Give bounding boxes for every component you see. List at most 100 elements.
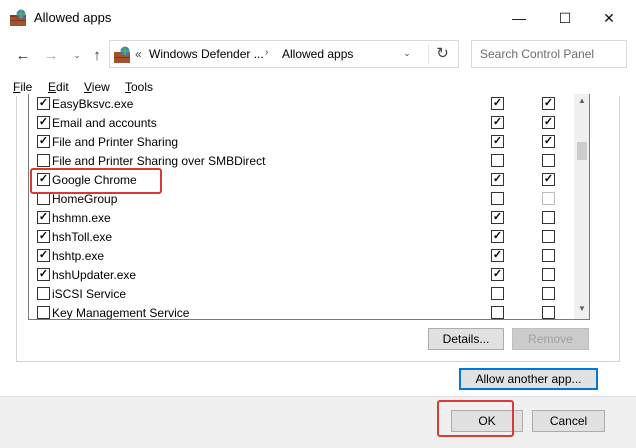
allow-another-app-button[interactable]: Allow another app... [459, 368, 598, 390]
menu-tools[interactable]: Tools [125, 80, 153, 94]
list-item[interactable]: ✓ hshToll.exe ✓ [29, 227, 574, 246]
annotation-highlight-ok [437, 400, 514, 437]
public-network-checkbox[interactable] [542, 249, 555, 262]
navigation-bar: ← → ⌄ ↑ « Windows Defender ... › Allowed… [0, 36, 636, 74]
app-name: hshToll.exe [52, 230, 113, 244]
menu-tools-label: ools [131, 80, 154, 94]
title-bar: Allowed apps — ☐ ✕ [0, 0, 636, 36]
menu-view-accel: V [84, 80, 92, 94]
public-network-checkbox[interactable] [542, 230, 555, 243]
maximize-icon: ☐ [558, 9, 572, 26]
breadcrumb-separator-icon[interactable]: › [265, 47, 268, 58]
menu-edit-accel: E [48, 80, 57, 94]
forward-arrow-icon: → [43, 46, 59, 64]
app-name: Key Management Service [52, 306, 190, 320]
app-enabled-checkbox[interactable]: ✓ [37, 268, 50, 281]
app-enabled-checkbox[interactable]: ✓ [37, 97, 50, 110]
public-network-checkbox[interactable] [542, 287, 555, 300]
private-network-checkbox[interactable]: ✓ [491, 211, 504, 224]
public-network-checkbox[interactable] [542, 211, 555, 224]
app-name: hshUpdater.exe [52, 268, 137, 282]
list-item[interactable]: ✓ hshmn.exe ✓ [29, 208, 574, 227]
breadcrumb-overflow-icon[interactable]: « [135, 47, 142, 61]
minimize-icon: — [512, 10, 526, 26]
public-network-checkbox[interactable]: ✓ [542, 173, 555, 186]
breadcrumb-allowed-apps[interactable]: Allowed apps [282, 47, 353, 61]
recent-locations-button[interactable]: ⌄ [66, 44, 88, 66]
remove-button[interactable]: Remove [512, 328, 589, 350]
breadcrumb-windows-defender[interactable]: Windows Defender ... [149, 47, 264, 61]
app-name: File and Printer Sharing [52, 135, 179, 149]
minimize-button[interactable]: — [496, 0, 542, 36]
menu-edit[interactable]: Edit [48, 80, 69, 94]
menu-view-label: iew [91, 80, 110, 94]
address-bar[interactable]: « Windows Defender ... › Allowed apps ⌄ … [109, 40, 459, 68]
address-dropdown-icon[interactable]: ⌄ [400, 48, 414, 62]
app-name: iSCSI Service [52, 287, 127, 301]
list-item[interactable]: Key Management Service [29, 303, 574, 320]
private-network-checkbox[interactable]: ✓ [491, 249, 504, 262]
scroll-down-icon[interactable]: ▼ [574, 302, 589, 316]
app-enabled-checkbox[interactable]: ✓ [37, 211, 50, 224]
public-network-checkbox[interactable] [542, 306, 555, 319]
back-arrow-icon: ← [15, 46, 31, 64]
menu-edit-label: dit [56, 80, 69, 94]
public-network-checkbox[interactable] [542, 154, 555, 167]
public-network-checkbox[interactable]: ✓ [542, 97, 555, 110]
app-enabled-checkbox[interactable] [37, 154, 50, 167]
app-name: hshmn.exe [52, 211, 111, 225]
private-network-checkbox[interactable]: ✓ [491, 135, 504, 148]
public-network-checkbox[interactable] [542, 268, 555, 281]
maximize-button[interactable]: ☐ [542, 0, 588, 36]
app-enabled-checkbox[interactable] [37, 306, 50, 319]
scroll-up-icon[interactable]: ▲ [574, 94, 589, 108]
app-enabled-checkbox[interactable]: ✓ [37, 116, 50, 129]
menu-bar: File Edit View Tools [0, 76, 636, 96]
app-name: File and Printer Sharing over SMBDirect [52, 154, 266, 168]
private-network-checkbox[interactable]: ✓ [491, 268, 504, 281]
private-network-checkbox[interactable]: ✓ [491, 97, 504, 110]
list-item[interactable]: ✓ EasyBksvc.exe ✓ ✓ [29, 94, 574, 113]
firewall-location-icon [114, 46, 130, 63]
public-network-checkbox[interactable]: ✓ [542, 116, 555, 129]
public-network-checkbox[interactable] [542, 192, 555, 205]
private-network-checkbox[interactable] [491, 154, 504, 167]
app-enabled-checkbox[interactable]: ✓ [37, 135, 50, 148]
back-button[interactable]: ← [12, 44, 34, 66]
search-input[interactable]: Search Control Panel [471, 40, 627, 68]
list-item[interactable]: ✓ hshUpdater.exe ✓ [29, 265, 574, 284]
scroll-thumb[interactable] [577, 142, 587, 160]
app-name: EasyBksvc.exe [52, 97, 134, 111]
private-network-checkbox[interactable] [491, 192, 504, 205]
close-icon: ✕ [603, 9, 615, 26]
app-enabled-checkbox[interactable]: ✓ [37, 230, 50, 243]
annotation-highlight-google-chrome [30, 168, 162, 194]
private-network-checkbox[interactable]: ✓ [491, 230, 504, 243]
private-network-checkbox[interactable]: ✓ [491, 173, 504, 186]
public-network-checkbox[interactable]: ✓ [542, 135, 555, 148]
list-item[interactable]: ✓ hshtp.exe ✓ [29, 246, 574, 265]
refresh-icon[interactable]: ↻ [428, 44, 456, 64]
app-name: hshtp.exe [52, 249, 105, 263]
allowed-apps-list[interactable]: ✓ EasyBksvc.exe ✓ ✓ ✓ Email and accounts ✓ ✓ ✓ Fi… [28, 94, 590, 320]
window-title: Allowed apps [34, 10, 112, 25]
forward-button[interactable]: → [40, 44, 62, 66]
list-item[interactable]: ✓ Email and accounts ✓ ✓ [29, 113, 574, 132]
close-button[interactable]: ✕ [586, 0, 632, 36]
app-name: Email and accounts [52, 116, 157, 130]
private-network-checkbox[interactable]: ✓ [491, 116, 504, 129]
app-enabled-checkbox[interactable] [37, 287, 50, 300]
menu-file[interactable]: File [13, 80, 32, 94]
cancel-button[interactable]: Cancel [532, 410, 605, 432]
up-button[interactable]: ↑ [86, 44, 108, 66]
private-network-checkbox[interactable] [491, 306, 504, 319]
list-item[interactable]: ✓ File and Printer Sharing ✓ ✓ [29, 132, 574, 151]
vertical-scrollbar[interactable]: ▲ ▼ [574, 94, 589, 319]
chevron-down-icon: ⌄ [73, 49, 81, 60]
private-network-checkbox[interactable] [491, 287, 504, 300]
app-enabled-checkbox[interactable]: ✓ [37, 249, 50, 262]
details-button[interactable]: Details... [428, 328, 504, 350]
menu-view[interactable]: View [84, 80, 110, 94]
list-item[interactable]: iSCSI Service [29, 284, 574, 303]
firewall-app-icon [10, 9, 26, 26]
